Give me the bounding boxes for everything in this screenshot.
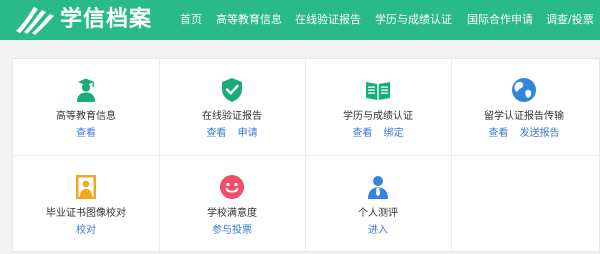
globe-icon (512, 78, 536, 102)
service-links: 参与投票 (159, 225, 305, 237)
shield-check-icon (222, 78, 242, 102)
smiley-icon (220, 175, 244, 199)
view-link[interactable]: 查看 (206, 128, 226, 139)
open-book-icon (366, 82, 390, 100)
brand-name: 学信档案 (60, 7, 153, 32)
view-link[interactable]: 查看 (352, 128, 372, 139)
portrait-photo-icon (76, 175, 96, 199)
service-diploma-image-proofread: 毕业证书图像校对 校对 (13, 156, 159, 252)
service-study-abroad-report-transfer: 留学认证报告传输 查看 发送报告 (451, 59, 597, 155)
service-title: 学历与成绩认证 (343, 111, 413, 122)
service-personal-assessment: 个人测评 进入 (305, 156, 451, 252)
vote-link[interactable]: 参与投票 (212, 225, 252, 236)
view-link[interactable]: 查看 (488, 128, 508, 139)
service-links: 查看 发送报告 (451, 128, 597, 140)
service-links: 进入 (305, 225, 451, 237)
proofread-link[interactable]: 校对 (76, 225, 96, 236)
send-report-link[interactable]: 发送报告 (520, 128, 560, 139)
service-links: 查看 (13, 128, 159, 140)
nav-online-verification-report[interactable]: 在线验证报告 (295, 0, 361, 40)
enter-link[interactable]: 进入 (368, 225, 388, 236)
nav-survey-vote[interactable]: 调查/投票 (546, 0, 594, 40)
service-links: 校对 (13, 225, 159, 237)
book-pages-logo-icon (16, 7, 54, 35)
service-school-satisfaction: 学校满意度 参与投票 (159, 156, 305, 252)
view-link[interactable]: 查看 (76, 128, 96, 139)
nav-international-cooperation[interactable]: 国际合作申请 (467, 0, 533, 40)
service-higher-education-info: 高等教育信息 查看 (13, 59, 159, 155)
service-online-verification-report: 在线验证报告 查看 申请 (159, 59, 305, 155)
service-links: 查看 绑定 (305, 128, 451, 140)
service-degree-transcript-certification: 学历与成绩认证 查看 绑定 (305, 59, 451, 155)
graduate-icon (77, 78, 95, 102)
nav-home[interactable]: 首页 (180, 0, 202, 40)
services-panel: 高等教育信息 查看 在线验证报告 查看 申请 学历与成绩认证 查看 绑定 留学认… (12, 58, 600, 252)
service-title: 在线验证报告 (202, 111, 262, 122)
bind-link[interactable]: 绑定 (384, 128, 404, 139)
service-title: 高等教育信息 (56, 111, 116, 122)
apply-link[interactable]: 申请 (238, 128, 258, 139)
service-title: 学校满意度 (207, 208, 257, 219)
nav-higher-education-info[interactable]: 高等教育信息 (216, 0, 282, 40)
service-links: 查看 申请 (159, 128, 305, 140)
service-title: 毕业证书图像校对 (46, 208, 126, 219)
top-navigation-bar: 学信档案 首页 高等教育信息 在线验证报告 学历与成绩认证 国际合作申请 调查/… (0, 0, 600, 40)
service-title: 留学认证报告传输 (484, 111, 564, 122)
brand-logo[interactable]: 学信档案 (14, 3, 151, 37)
service-title: 个人测评 (358, 208, 398, 219)
person-tie-icon (368, 176, 388, 199)
nav-degree-transcript-certification[interactable]: 学历与成绩认证 (375, 0, 452, 40)
